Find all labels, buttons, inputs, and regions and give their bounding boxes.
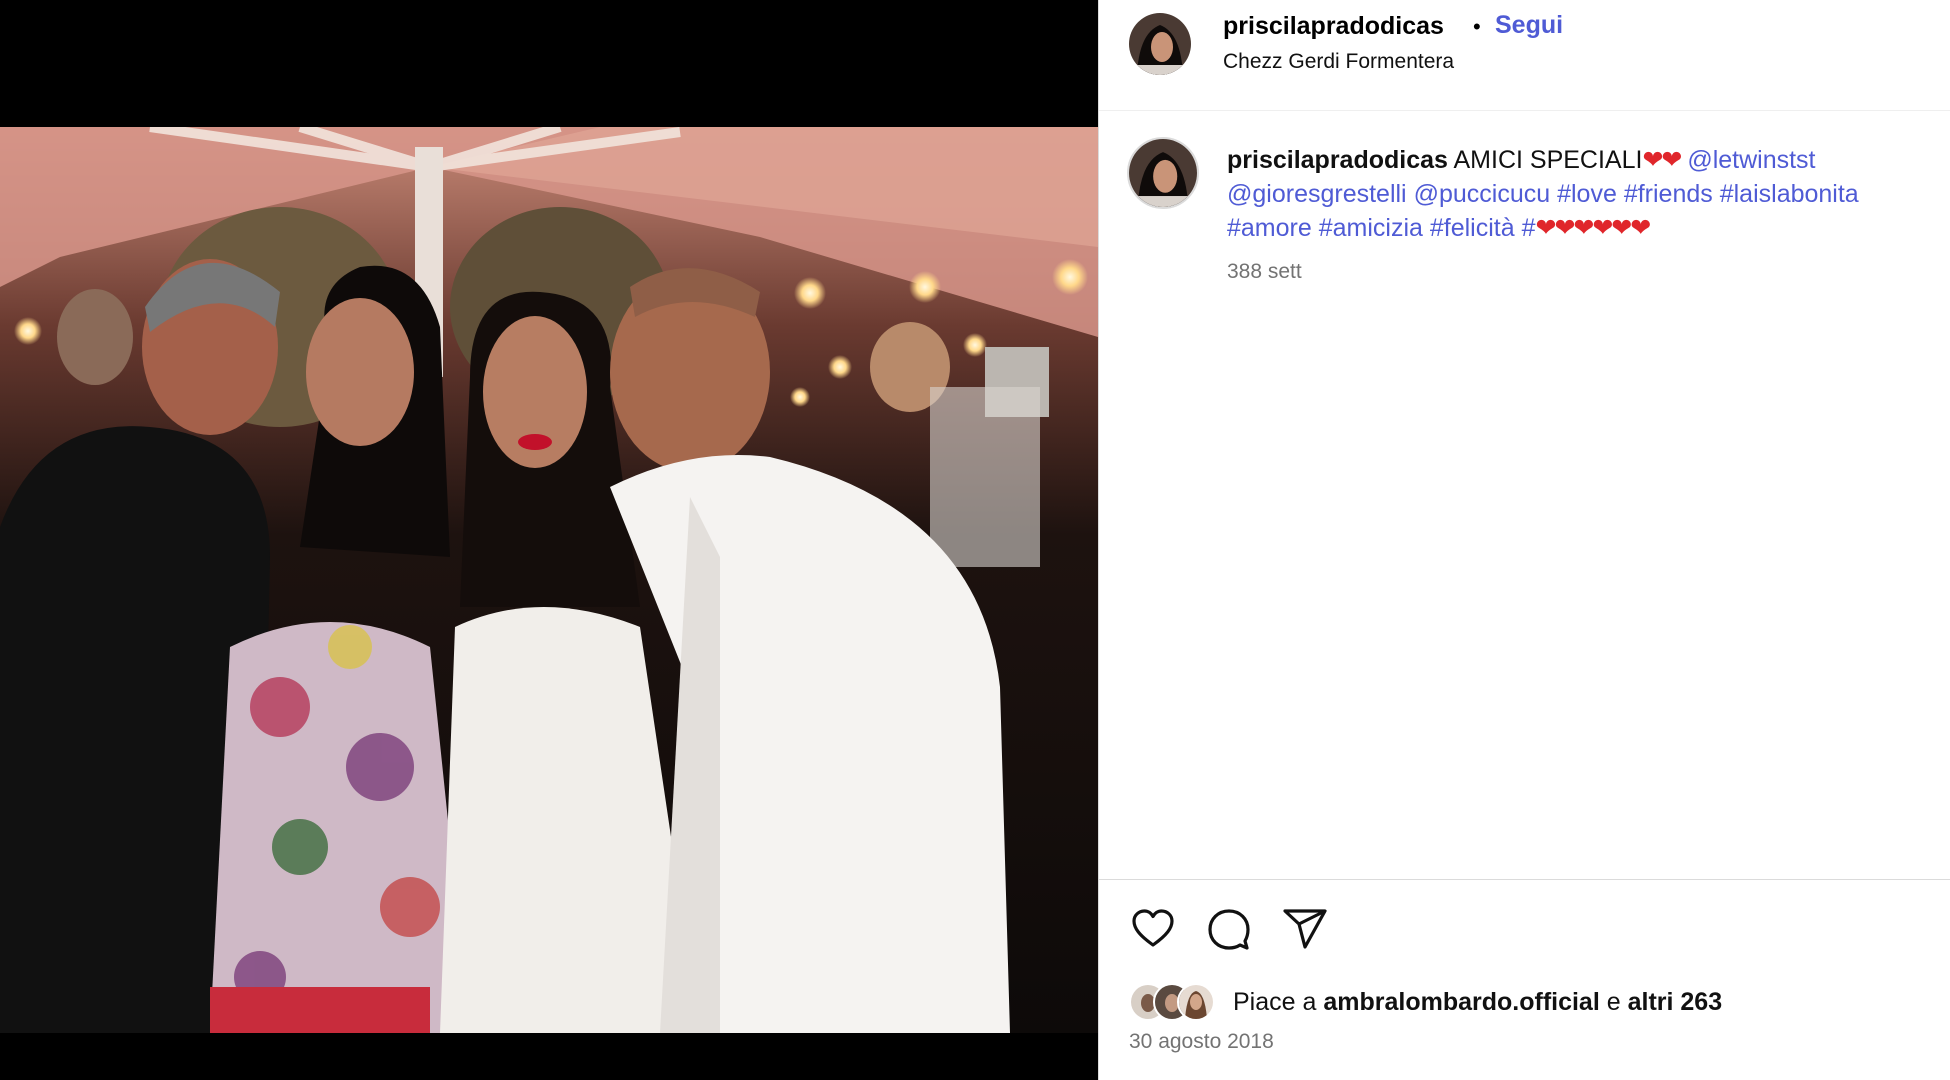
caption-timestamp[interactable]: 388 sett	[1227, 260, 1302, 284]
caption-username[interactable]: priscilapradodicas	[1227, 146, 1448, 174]
likes-text: Piace a ambralombardo.official e altri 2…	[1233, 988, 1722, 1017]
hashtag-link[interactable]: #friends	[1624, 180, 1713, 208]
liker-username[interactable]: ambralombardo.official	[1323, 988, 1599, 1016]
avatar-image	[1129, 13, 1191, 75]
post-caption: priscilapradodicas AMICI SPECIALI❤❤ @let…	[1227, 143, 1927, 245]
hashtag-link[interactable]: #	[1522, 214, 1536, 242]
likes-summary: Piace a ambralombardo.official e altri 2…	[1129, 983, 1929, 1021]
post-media[interactable]	[0, 0, 1098, 1080]
hashtag-link[interactable]: #amore	[1227, 214, 1312, 242]
hashtag-link[interactable]: #love	[1557, 180, 1617, 208]
hashtag-link[interactable]: #felicità	[1430, 214, 1515, 242]
comment-button[interactable]	[1205, 905, 1253, 953]
follow-button[interactable]: Segui	[1495, 11, 1563, 40]
post-location[interactable]: Chezz Gerdi Formentera	[1223, 50, 1454, 74]
share-icon	[1283, 909, 1327, 949]
avatar-image	[1129, 139, 1197, 207]
like-button[interactable]	[1129, 905, 1177, 953]
hashtag-link[interactable]: #amicizia	[1319, 214, 1423, 242]
actions-divider	[1099, 879, 1950, 880]
author-avatar[interactable]	[1129, 13, 1191, 75]
post-date[interactable]: 30 agosto 2018	[1129, 1030, 1274, 1054]
heart-icon	[1132, 909, 1174, 947]
hashtag-link[interactable]: #laislabonita	[1720, 180, 1859, 208]
mention-link[interactable]: @letwinstst	[1687, 146, 1815, 174]
post-side-panel: priscilapradodicas • Segui Chezz Gerdi F…	[1098, 0, 1950, 1080]
post-header: priscilapradodicas • Segui Chezz Gerdi F…	[1099, 0, 1950, 111]
caption-author-avatar[interactable]	[1127, 137, 1199, 209]
likes-middle: e	[1599, 988, 1628, 1016]
likes-others-link[interactable]: altri 263	[1628, 988, 1723, 1016]
liker-avatar	[1177, 983, 1215, 1021]
likes-prefix: Piace a	[1233, 988, 1324, 1016]
caption-text: AMICI SPECIALI	[1447, 146, 1643, 174]
post-photo	[0, 127, 1098, 1033]
caption-hearts: ❤❤	[1642, 146, 1682, 174]
separator-dot: •	[1473, 14, 1481, 39]
mention-link[interactable]: @puccicucu	[1414, 180, 1551, 208]
author-username[interactable]: priscilapradodicas	[1223, 12, 1444, 41]
comment-icon	[1208, 909, 1250, 950]
share-button[interactable]	[1281, 905, 1329, 953]
caption-hearts: ❤❤❤❤❤❤	[1535, 214, 1652, 242]
mention-link[interactable]: @gioresgrestelli	[1227, 180, 1407, 208]
